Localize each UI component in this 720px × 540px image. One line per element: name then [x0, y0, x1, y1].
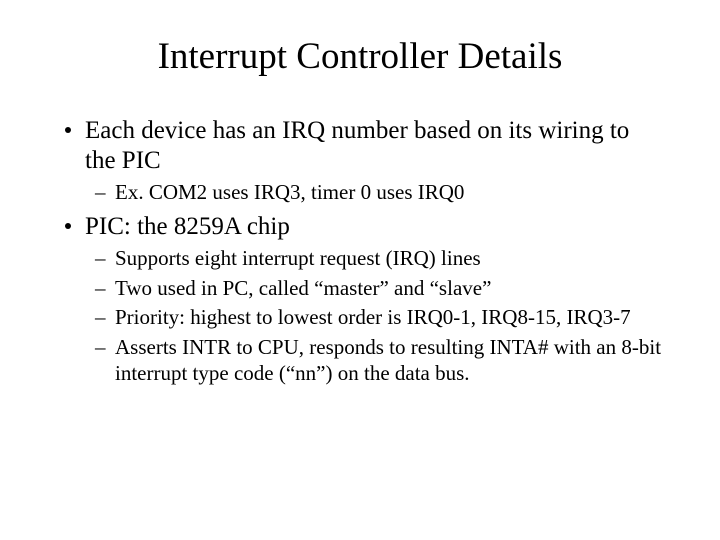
list-item-text: Priority: highest to lowest order is IRQ…: [115, 305, 631, 329]
slide-title: Interrupt Controller Details: [55, 35, 665, 78]
list-item-text: Each device has an IRQ number based on i…: [85, 117, 629, 174]
bullet-list-level2: – Supports eight interrupt request (IRQ)…: [85, 246, 665, 386]
list-item: PIC: the 8259A chip – Supports eight int…: [55, 212, 665, 387]
bullet-icon: [65, 127, 71, 133]
list-item-text: Asserts INTR to CPU, responds to resulti…: [115, 335, 661, 385]
list-item-text: PIC: the 8259A chip: [85, 213, 290, 240]
list-item: – Ex. COM2 uses IRQ3, timer 0 uses IRQ0: [85, 180, 665, 206]
list-item-text: Ex. COM2 uses IRQ3, timer 0 uses IRQ0: [115, 180, 464, 204]
dash-icon: –: [95, 246, 106, 272]
dash-icon: –: [95, 276, 106, 302]
bullet-icon: [65, 223, 71, 229]
list-item-text: Supports eight interrupt request (IRQ) l…: [115, 246, 481, 270]
list-item: – Two used in PC, called “master” and “s…: [85, 276, 665, 302]
bullet-list-level1: Each device has an IRQ number based on i…: [55, 116, 665, 386]
list-item: – Asserts INTR to CPU, responds to resul…: [85, 335, 665, 386]
list-item: Each device has an IRQ number based on i…: [55, 116, 665, 206]
dash-icon: –: [95, 335, 106, 361]
list-item-text: Two used in PC, called “master” and “sla…: [115, 276, 491, 300]
list-item: – Priority: highest to lowest order is I…: [85, 305, 665, 331]
dash-icon: –: [95, 305, 106, 331]
bullet-list-level2: – Ex. COM2 uses IRQ3, timer 0 uses IRQ0: [85, 180, 665, 206]
dash-icon: –: [95, 180, 106, 206]
list-item: – Supports eight interrupt request (IRQ)…: [85, 246, 665, 272]
